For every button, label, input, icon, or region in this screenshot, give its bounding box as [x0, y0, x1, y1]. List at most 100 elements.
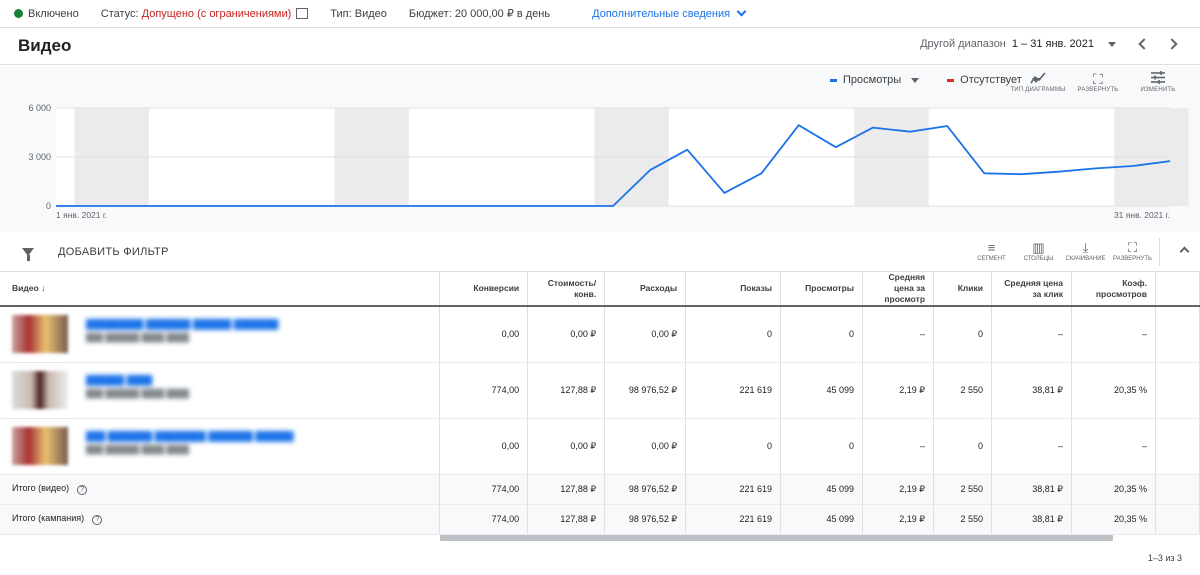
video-table: Видео ↓ Конверсии Стоимость/ конв. Расхо…	[0, 272, 1200, 535]
cell: –	[1071, 306, 1156, 363]
cell: 127,88 ₽	[527, 362, 606, 419]
cell: 0,00 ₽	[604, 418, 687, 475]
cell: 0	[685, 418, 782, 475]
columns-button[interactable]: ▥ СТОЛБЦЫ	[1015, 240, 1062, 262]
col-header[interactable]: Средняя цена за клик	[991, 272, 1072, 307]
download-icon: ⤓	[1082, 240, 1089, 255]
table-row[interactable]: ███ ███████ ████████ ███████ ██████ ███ █…	[0, 418, 1200, 475]
segment-label: СЕГМЕНТ	[977, 256, 1006, 262]
cell-extra	[1155, 362, 1200, 419]
totals-row-campaign: Итого (кампания)? 774,00 127,88 ₽ 98 976…	[0, 504, 1200, 535]
col-header[interactable]: Показы	[685, 272, 782, 307]
col-header[interactable]: Клики	[933, 272, 993, 307]
chart-icon[interactable]	[296, 8, 309, 19]
help-icon[interactable]: ?	[92, 515, 103, 525]
filter-icon[interactable]	[22, 247, 34, 261]
date-range-label: Другой диапазон	[920, 38, 1006, 50]
status-value[interactable]: Допущено (с ограничениями)	[142, 8, 292, 20]
video-cell[interactable]: ███ ███████ ████████ ███████ ██████ ███ █…	[0, 418, 441, 475]
cell: 98 976,52 ₽	[604, 362, 687, 419]
legend-swatch-2	[947, 78, 955, 82]
budget-field: Бюджет: 20 000,00 ₽ в день	[409, 7, 550, 21]
download-button[interactable]: ⤓ СКАЧИВАНИЕ	[1062, 240, 1109, 262]
cell: 0	[933, 306, 993, 363]
video-cell[interactable]: ██████ ████ ███ ██████ ████ ████	[0, 362, 441, 419]
cell: –	[991, 306, 1072, 363]
table-expand-button[interactable]: ⛶ РАЗВЕРНУТЬ	[1109, 240, 1156, 262]
col-header[interactable]: Средняя цена за просмотр	[862, 272, 935, 307]
chart-tools: ТИП ДИАГРАММЫ ⛶ РАЗВЕРНУТЬ ИЗМЕНИТЬ	[1008, 71, 1188, 93]
status-field: Статус: Допущено (с ограничениями)	[101, 8, 309, 20]
budget-value[interactable]: 20 000,00 ₽ в день	[455, 7, 550, 20]
next-period-icon[interactable]	[1166, 38, 1178, 50]
chart-edit-button[interactable]: ИЗМЕНИТЬ	[1128, 71, 1188, 93]
cell-extra	[1155, 504, 1200, 535]
cell-extra	[1155, 474, 1200, 505]
cell: 127,88 ₽	[527, 504, 606, 535]
col-header[interactable]: Стоимость/ конв.	[527, 272, 606, 307]
chart-type-button[interactable]: ТИП ДИАГРАММЫ	[1008, 71, 1068, 93]
dropdown-arrow-icon[interactable]	[911, 77, 920, 83]
table-row[interactable]: █████████ ███████ ██████ ███████ ███ ████…	[0, 306, 1200, 363]
performance-chart: 6 000 3 000 0 1 янв. 2021 г. 31 янв. 2021 г.…	[0, 66, 1200, 232]
cell: 0,00	[439, 306, 529, 363]
cell: 98 976,52 ₽	[604, 474, 687, 505]
cell: 38,81 ₽	[991, 504, 1072, 535]
page-title: Видео	[18, 36, 72, 55]
col-header-video-label: Видео	[12, 283, 39, 293]
col-header[interactable]: Конверсии	[439, 272, 529, 307]
date-range-value[interactable]: 1 – 31 янв. 2021	[1012, 38, 1094, 50]
segment-button[interactable]: ≡ СЕГМЕНТ	[968, 240, 1015, 262]
add-filter-button[interactable]: ДОБАВИТЬ ФИЛЬТР	[58, 246, 169, 258]
chart-type-label: ТИП ДИАГРАММЫ	[1010, 87, 1066, 93]
col-header[interactable]: Коэф. просмотров	[1071, 272, 1156, 307]
extra-details-button[interactable]: Дополнительные сведения	[592, 6, 747, 20]
chevron-down-icon	[736, 6, 747, 17]
type-value: Видео	[354, 7, 387, 20]
columns-icon: ▥	[1032, 240, 1045, 255]
table-row[interactable]: ██████ ████ ███ ██████ ████ ████ 774,00 1…	[0, 362, 1200, 419]
cell-extra	[1155, 418, 1200, 475]
x-tick-label-end: 31 янв. 2021 г.	[1114, 210, 1170, 220]
campaign-status-bar: Включено Статус: Допущено (с ограничения…	[0, 0, 1200, 28]
legend-label-1: Просмотры	[843, 74, 902, 86]
prev-period-icon[interactable]	[1138, 38, 1150, 50]
video-title-blurred[interactable]: █████████ ███████ ██████ ███████ ███ ████…	[12, 315, 431, 345]
legend-metric-1[interactable]: Просмотры	[830, 74, 920, 86]
horizontal-scrollbar[interactable]	[440, 535, 1113, 541]
video-title-blurred[interactable]: ██████ ████ ███ ██████ ████ ████	[12, 371, 431, 401]
date-range-picker[interactable]: Другой диапазон 1 – 31 янв. 2021	[920, 38, 1186, 50]
cell: 2,19 ₽	[862, 474, 935, 505]
tune-icon	[1128, 71, 1188, 87]
video-title-blurred[interactable]: ███ ███████ ████████ ███████ ██████ ███ █…	[12, 427, 431, 457]
page-header: Видео Другой диапазон 1 – 31 янв. 2021	[0, 28, 1200, 65]
x-tick-label-start: 1 янв. 2021 г.	[56, 210, 107, 220]
table-header-row: Видео ↓ Конверсии Стоимость/ конв. Расхо…	[0, 272, 1200, 307]
col-header[interactable]: Расходы	[604, 272, 687, 307]
chart-edit-label: ИЗМЕНИТЬ	[1140, 87, 1176, 93]
col-header-video[interactable]: Видео ↓	[0, 272, 441, 307]
col-header[interactable]: Просмотры	[780, 272, 864, 307]
type-label: Тип:	[330, 7, 352, 20]
dropdown-arrow-icon[interactable]	[1108, 41, 1116, 47]
status-enabled[interactable]: Включено	[28, 8, 79, 20]
cell: 2 550	[933, 474, 993, 505]
cell: 38,81 ₽	[991, 474, 1072, 505]
totals-video-label: Итого (видео)	[12, 483, 70, 493]
cell: 0	[780, 306, 864, 363]
extra-details-label: Дополнительные сведения	[592, 7, 731, 20]
cell: 2 550	[933, 504, 993, 535]
line-chart-icon	[1008, 71, 1068, 87]
chart-expand-button[interactable]: ⛶ РАЗВЕРНУТЬ	[1068, 71, 1128, 93]
chevron-up-icon[interactable]	[1179, 246, 1190, 257]
sort-arrow-icon: ↓	[41, 283, 46, 293]
cell: 0	[780, 418, 864, 475]
cell: 221 619	[685, 474, 782, 505]
table-expand-label: РАЗВЕРНУТЬ	[1113, 256, 1152, 262]
fullscreen-icon: ⛶	[1093, 71, 1103, 87]
table-tools: ≡ СЕГМЕНТ ▥ СТОЛБЦЫ ⤓ СКАЧИВАНИЕ ⛶ РАЗВЕ…	[968, 240, 1156, 262]
help-icon[interactable]: ?	[77, 485, 88, 495]
cell: 2,19 ₽	[862, 504, 935, 535]
video-cell[interactable]: █████████ ███████ ██████ ███████ ███ ████…	[0, 306, 441, 363]
cell: –	[862, 418, 935, 475]
